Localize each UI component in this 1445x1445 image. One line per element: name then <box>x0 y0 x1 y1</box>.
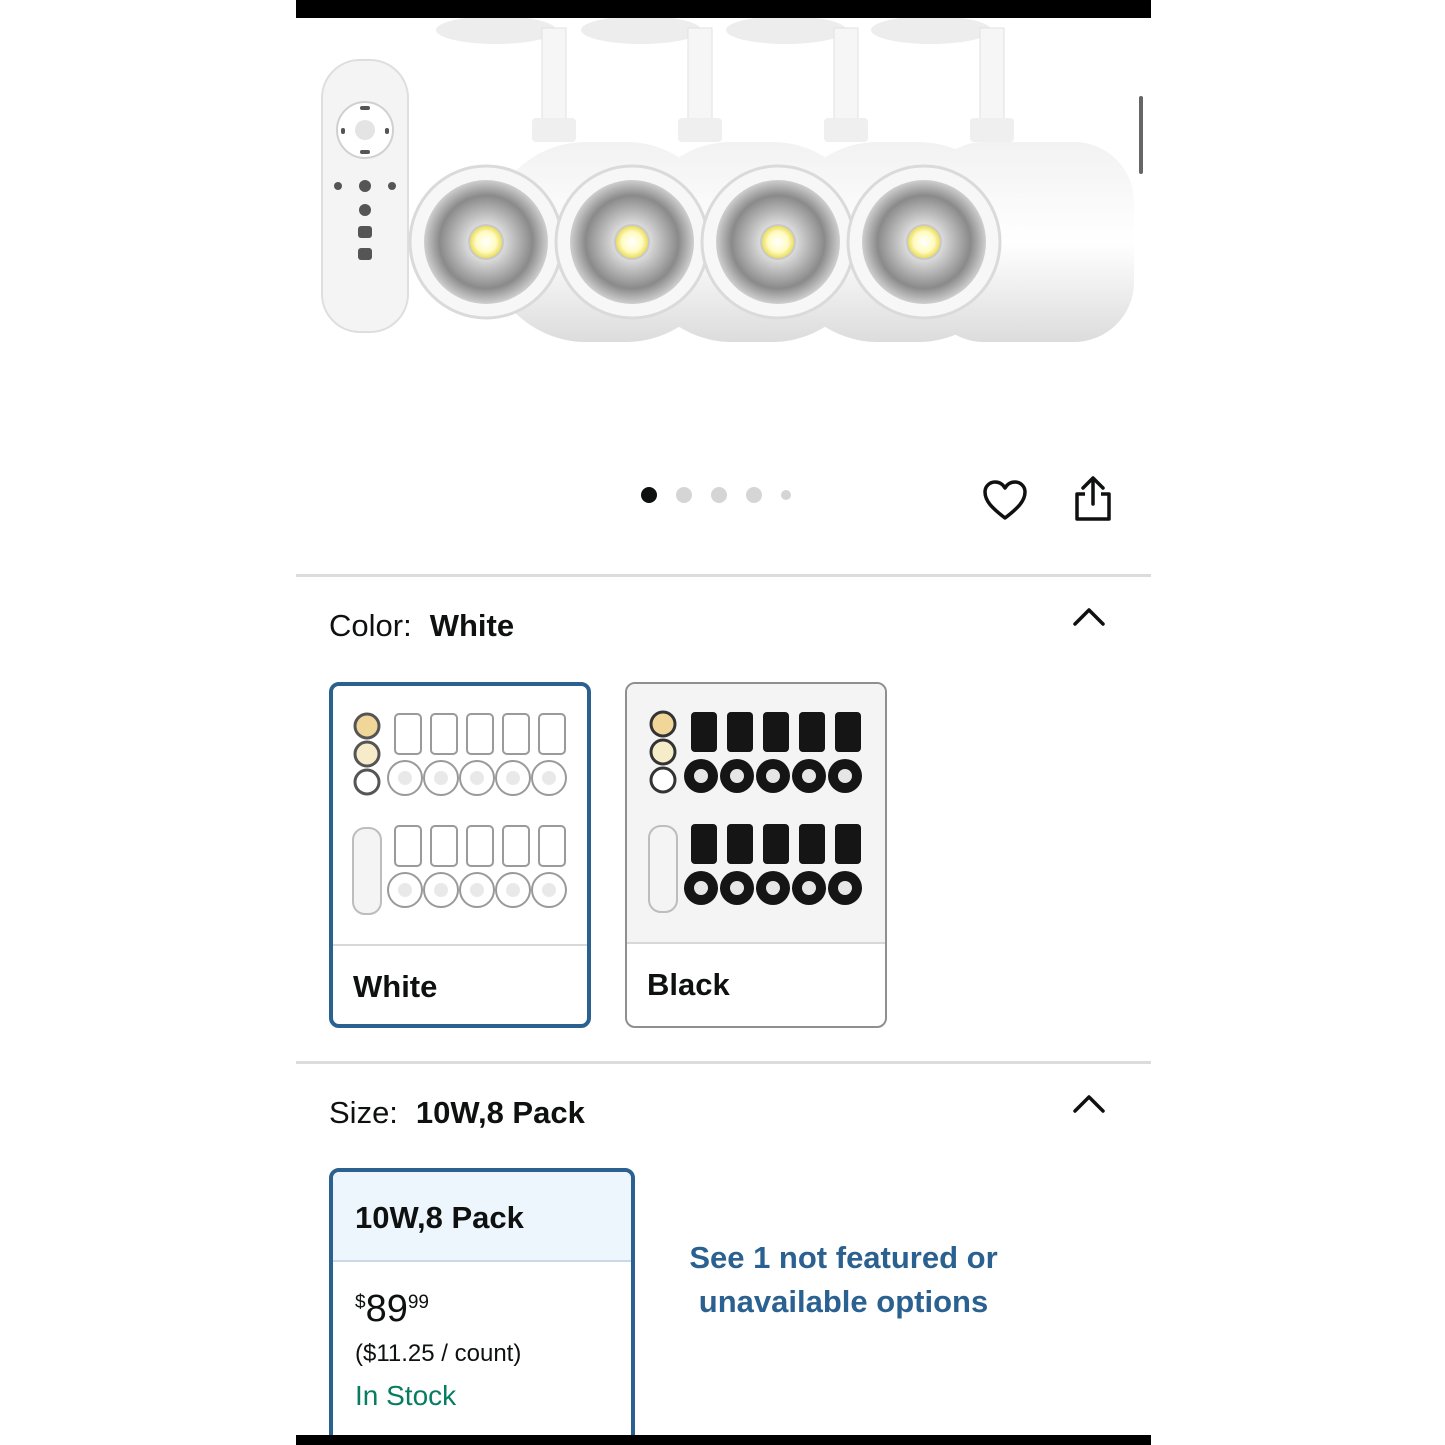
swatch-image-white <box>333 686 587 944</box>
swatch-image-black <box>627 684 885 942</box>
availability-status: In Stock <box>355 1380 457 1411</box>
swatch-label-black: Black <box>647 967 730 1002</box>
size-option-10w-8-pack[interactable]: 10W,8 Pack $8999 ($11.25 / count) In Sto… <box>329 1168 635 1445</box>
size-label: Size: 10W,8 Pack <box>329 1095 585 1131</box>
divider <box>296 1061 1151 1064</box>
product-image[interactable] <box>296 18 1151 438</box>
wishlist-button[interactable] <box>982 478 1028 524</box>
color-option-black[interactable]: Black <box>625 682 887 1028</box>
swatch-label-white: White <box>353 969 438 1004</box>
black-lights-thumbnail <box>648 710 862 913</box>
chevron-up-icon[interactable] <box>1071 604 1107 628</box>
color-option-white[interactable]: White <box>329 682 591 1028</box>
status-bar <box>296 0 1151 18</box>
gallery-dot[interactable] <box>711 487 727 503</box>
size-key: Size: <box>329 1095 398 1130</box>
color-selected-value: White <box>429 608 515 643</box>
scrollbar[interactable] <box>1139 96 1143 174</box>
phone-screen: Color: White White Black Size: 10W,8 Pac… <box>296 0 1151 1445</box>
see-unavailable-options-link[interactable]: See 1 not featured or unavailable option… <box>676 1236 1011 1324</box>
color-label: Color: White <box>329 608 514 644</box>
gallery-dot[interactable] <box>641 487 657 503</box>
color-key: Color: <box>329 608 412 643</box>
price-fraction: 99 <box>407 1292 429 1313</box>
gallery-dot[interactable] <box>781 490 791 500</box>
size-option-header: 10W,8 Pack <box>333 1172 631 1262</box>
size-selected-value: 10W,8 Pack <box>415 1095 585 1130</box>
bottom-bar <box>296 1435 1151 1445</box>
gallery-dot[interactable] <box>746 487 762 503</box>
size-option-name: 10W,8 Pack <box>355 1200 524 1235</box>
gallery-dot[interactable] <box>676 487 692 503</box>
white-lights-thumbnail <box>352 712 567 915</box>
price-symbol: $ <box>355 1292 366 1313</box>
unit-price: ($11.25 / count) <box>355 1340 522 1367</box>
swatch-separator <box>627 942 885 944</box>
track-lights-illustration <box>321 18 1134 342</box>
price-whole: 89 <box>365 1288 408 1330</box>
divider <box>296 574 1151 577</box>
price: $8999 <box>355 1288 429 1331</box>
gallery-pagination <box>641 487 810 503</box>
swatch-separator <box>333 944 587 946</box>
share-icon <box>1075 476 1111 521</box>
chevron-up-icon[interactable] <box>1071 1091 1107 1115</box>
share-button[interactable] <box>1072 474 1114 524</box>
heart-icon <box>983 480 1027 520</box>
